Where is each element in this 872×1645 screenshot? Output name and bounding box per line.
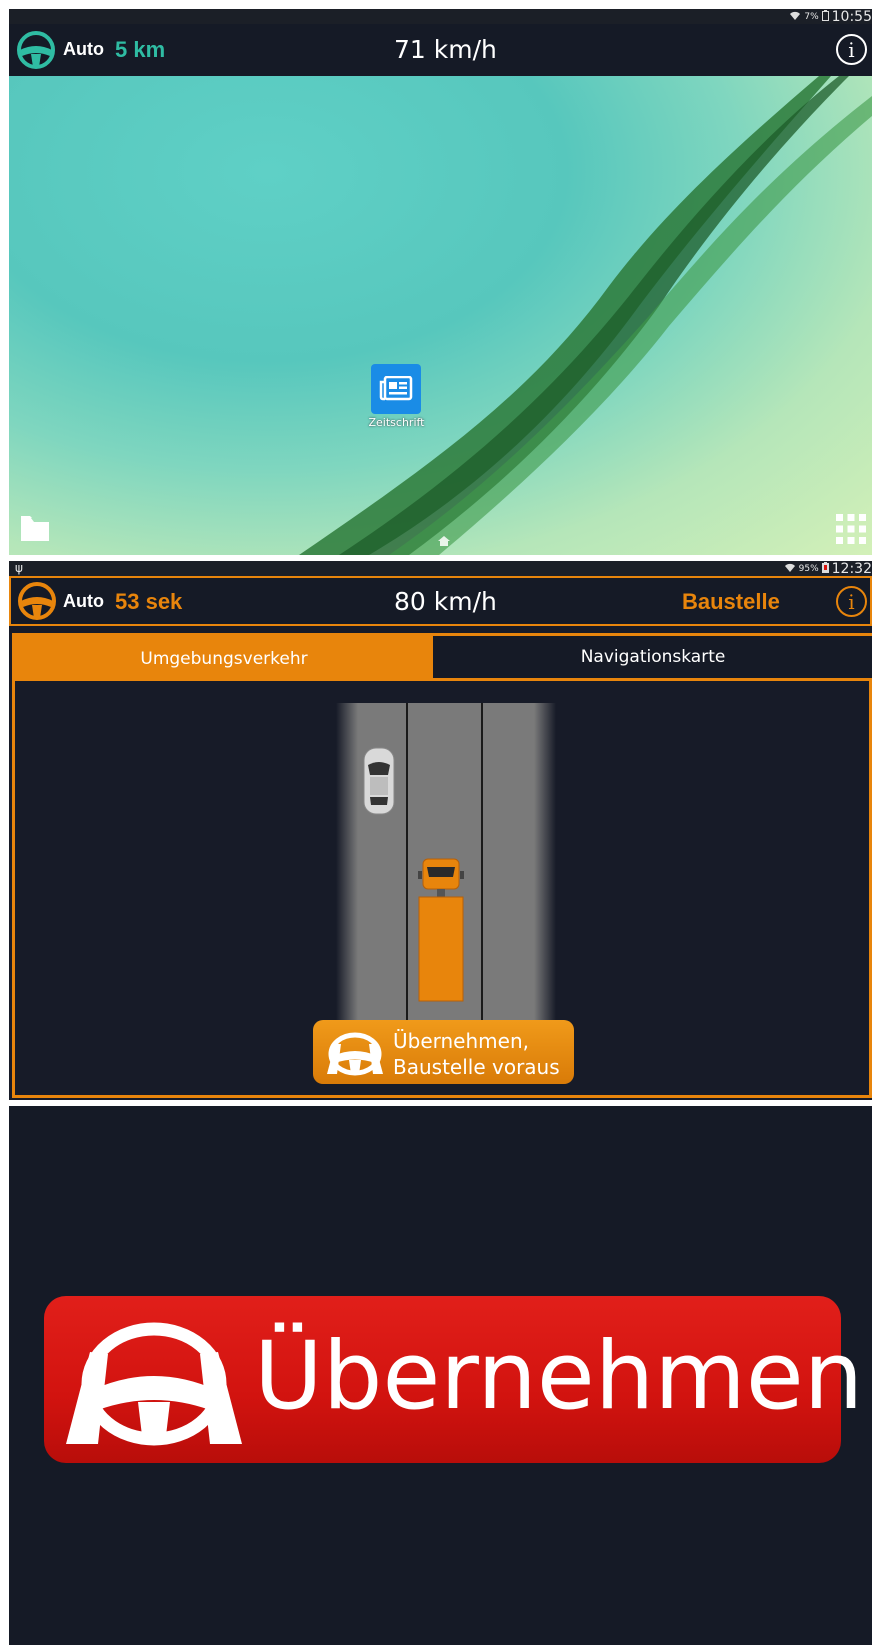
traffic-panel: ψ 95% 12:32 Auto 53 sek 80 km/h Baustell…	[9, 561, 872, 1100]
drive-header: Auto 5 km 71 km/h i	[9, 24, 872, 76]
lane-divider	[481, 703, 483, 1033]
drive-header: Auto 53 sek 80 km/h Baustelle i	[9, 576, 872, 626]
battery-icon	[821, 561, 829, 576]
usb-icon: ψ	[15, 561, 23, 575]
tab-navigationskarte[interactable]: Navigationskarte	[433, 636, 872, 681]
battery-icon	[821, 9, 829, 24]
apps-grid-icon[interactable]	[835, 513, 867, 550]
steering-wheel-icon	[16, 30, 56, 75]
tab-umgebungsverkehr[interactable]: Umgebungsverkehr	[15, 636, 433, 681]
home-icon[interactable]	[437, 534, 451, 552]
tab-label: Navigationskarte	[580, 647, 726, 667]
speed-readout: 71 km/h	[394, 35, 497, 64]
lane-divider	[406, 703, 408, 1033]
warning-line-2: Baustelle voraus	[393, 1055, 560, 1079]
takeover-warning-button[interactable]: Übernehmen, Baustelle voraus	[313, 1020, 574, 1084]
clock: 10:55	[831, 9, 872, 25]
app-label: Zeitschrift	[368, 416, 425, 429]
info-icon[interactable]: i	[836, 34, 867, 65]
steering-wheel-icon	[17, 581, 57, 626]
wifi-icon	[789, 10, 801, 24]
desktop-panel: 7% 10:55 Auto 5 km 71 km/h i Zeitschrift	[9, 9, 872, 555]
car-icon	[363, 747, 395, 820]
battery-percent: 7%	[804, 11, 819, 22]
clock: 12:32	[831, 561, 872, 577]
truck-icon	[413, 857, 469, 1008]
tab-label: Umgebungsverkehr	[140, 648, 308, 669]
info-icon[interactable]: i	[836, 586, 867, 617]
mode-label: Auto	[63, 591, 104, 611]
alert-label: Baustelle	[682, 589, 780, 614]
takeover-button[interactable]: Übernehmen!	[44, 1296, 872, 1463]
battery-percent: 95%	[798, 563, 819, 574]
status-bar: 7% 10:55	[9, 9, 872, 25]
zeitschrift-app-icon[interactable]	[371, 364, 421, 414]
takeover-panel: Übernehmen!	[9, 1106, 872, 1645]
countdown-readout: 53 sek	[115, 589, 183, 614]
mode-label: Auto	[63, 39, 104, 59]
home-screen-wallpaper	[9, 76, 872, 555]
warning-line-1: Übernehmen,	[393, 1029, 529, 1053]
distance-readout: 5 km	[115, 37, 166, 62]
folder-icon[interactable]	[20, 514, 50, 547]
hands-on-wheel-icon	[323, 1030, 387, 1081]
hands-on-wheel-icon	[64, 1316, 244, 1451]
takeover-label: Übernehmen!	[254, 1322, 872, 1431]
wifi-icon	[784, 562, 796, 576]
speed-readout: 80 km/h	[394, 587, 497, 616]
status-bar: ψ 95% 12:32	[9, 561, 872, 577]
